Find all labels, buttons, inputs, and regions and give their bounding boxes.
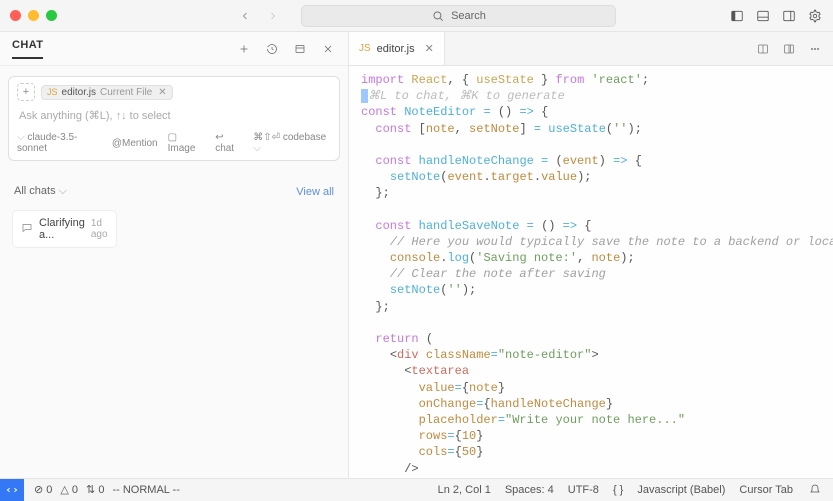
codebase-button[interactable]: ⌘⇧⏎ codebase ⌵	[253, 132, 331, 154]
vim-mode: -- NORMAL --	[112, 484, 179, 496]
layout-right-icon[interactable]	[781, 8, 797, 24]
file-tab-name: editor.js	[377, 43, 415, 55]
chat-tab[interactable]: CHAT	[12, 39, 43, 59]
view-all-link[interactable]: View all	[296, 186, 334, 198]
panel-icon[interactable]	[292, 41, 308, 57]
chat-textarea[interactable]: Ask anything (⌘L), ↑↓ to select	[17, 101, 331, 128]
global-search[interactable]: Search	[301, 5, 616, 27]
maximize-window-icon[interactable]	[46, 10, 57, 21]
layout-bottom-icon[interactable]	[755, 8, 771, 24]
history-icon[interactable]	[264, 41, 280, 57]
js-file-icon: JS	[359, 43, 371, 54]
chip-remove-icon[interactable]: ✕	[158, 87, 166, 98]
search-icon	[431, 9, 445, 23]
all-chats-dropdown[interactable]: All chats ⌵	[14, 185, 67, 198]
close-chat-icon[interactable]	[320, 41, 336, 57]
chat-mode-toggle[interactable]: ↩ chat	[215, 132, 243, 154]
bracket-indicator[interactable]: { }	[613, 484, 623, 496]
close-window-icon[interactable]	[10, 10, 21, 21]
split-right-icon[interactable]	[781, 41, 797, 57]
add-context-button[interactable]: +	[17, 83, 35, 101]
recent-chat-item[interactable]: Clarifying a... 1d ago	[12, 210, 117, 248]
model-selector[interactable]: ⌵ claude-3.5-sonnet	[17, 132, 102, 154]
image-button[interactable]: ▢ Image	[168, 132, 206, 154]
ports-count[interactable]: ⇅ 0	[86, 483, 104, 496]
inline-hint: ⌘L to chat, ⌘K to generate	[368, 89, 565, 103]
chat-input[interactable]: + JS editor.js Current File ✕ Ask anythi…	[8, 76, 340, 161]
chip-filename: editor.js	[62, 87, 96, 98]
split-left-icon[interactable]	[755, 41, 771, 57]
code-editor[interactable]: import React, { useState } from 'react';…	[349, 66, 833, 478]
close-tab-icon[interactable]: ✕	[425, 42, 434, 55]
errors-count[interactable]: ⊘ 0	[34, 483, 52, 496]
chip-suffix: Current File	[100, 87, 152, 98]
minimize-window-icon[interactable]	[28, 10, 39, 21]
notifications-icon[interactable]	[807, 482, 823, 498]
language-mode[interactable]: Javascript (Babel)	[637, 484, 725, 496]
editor-area: JS editor.js ✕ import React, { useState …	[349, 32, 833, 478]
settings-icon[interactable]	[807, 8, 823, 24]
titlebar: Search	[0, 0, 833, 32]
layout-left-icon[interactable]	[729, 8, 745, 24]
chat-panel: CHAT + JS editor.js Current File ✕ Ask a…	[0, 32, 349, 478]
more-icon[interactable]	[807, 41, 823, 57]
recent-chat-ago: 1d ago	[91, 218, 108, 240]
nav-forward-icon[interactable]	[265, 8, 281, 24]
remote-indicator[interactable]	[0, 479, 24, 501]
cursor-tab[interactable]: Cursor Tab	[739, 484, 793, 496]
cursor-icon	[361, 89, 368, 103]
search-placeholder: Search	[451, 10, 486, 22]
encoding[interactable]: UTF-8	[568, 484, 599, 496]
cursor-position[interactable]: Ln 2, Col 1	[438, 484, 491, 496]
context-file-chip[interactable]: JS editor.js Current File ✕	[41, 85, 173, 100]
status-bar: ⊘ 0 △ 0 ⇅ 0 -- NORMAL -- Ln 2, Col 1 Spa…	[0, 478, 833, 500]
js-file-icon: JS	[47, 87, 58, 97]
recent-chat-title: Clarifying a...	[39, 217, 85, 241]
mention-button[interactable]: @Mention	[112, 138, 158, 149]
window-controls	[10, 10, 57, 21]
warnings-count[interactable]: △ 0	[60, 483, 78, 496]
new-chat-icon[interactable]	[236, 41, 252, 57]
nav-back-icon[interactable]	[237, 8, 253, 24]
file-tab[interactable]: JS editor.js ✕	[349, 32, 445, 65]
indentation[interactable]: Spaces: 4	[505, 484, 554, 496]
chat-bubble-icon	[21, 222, 33, 237]
